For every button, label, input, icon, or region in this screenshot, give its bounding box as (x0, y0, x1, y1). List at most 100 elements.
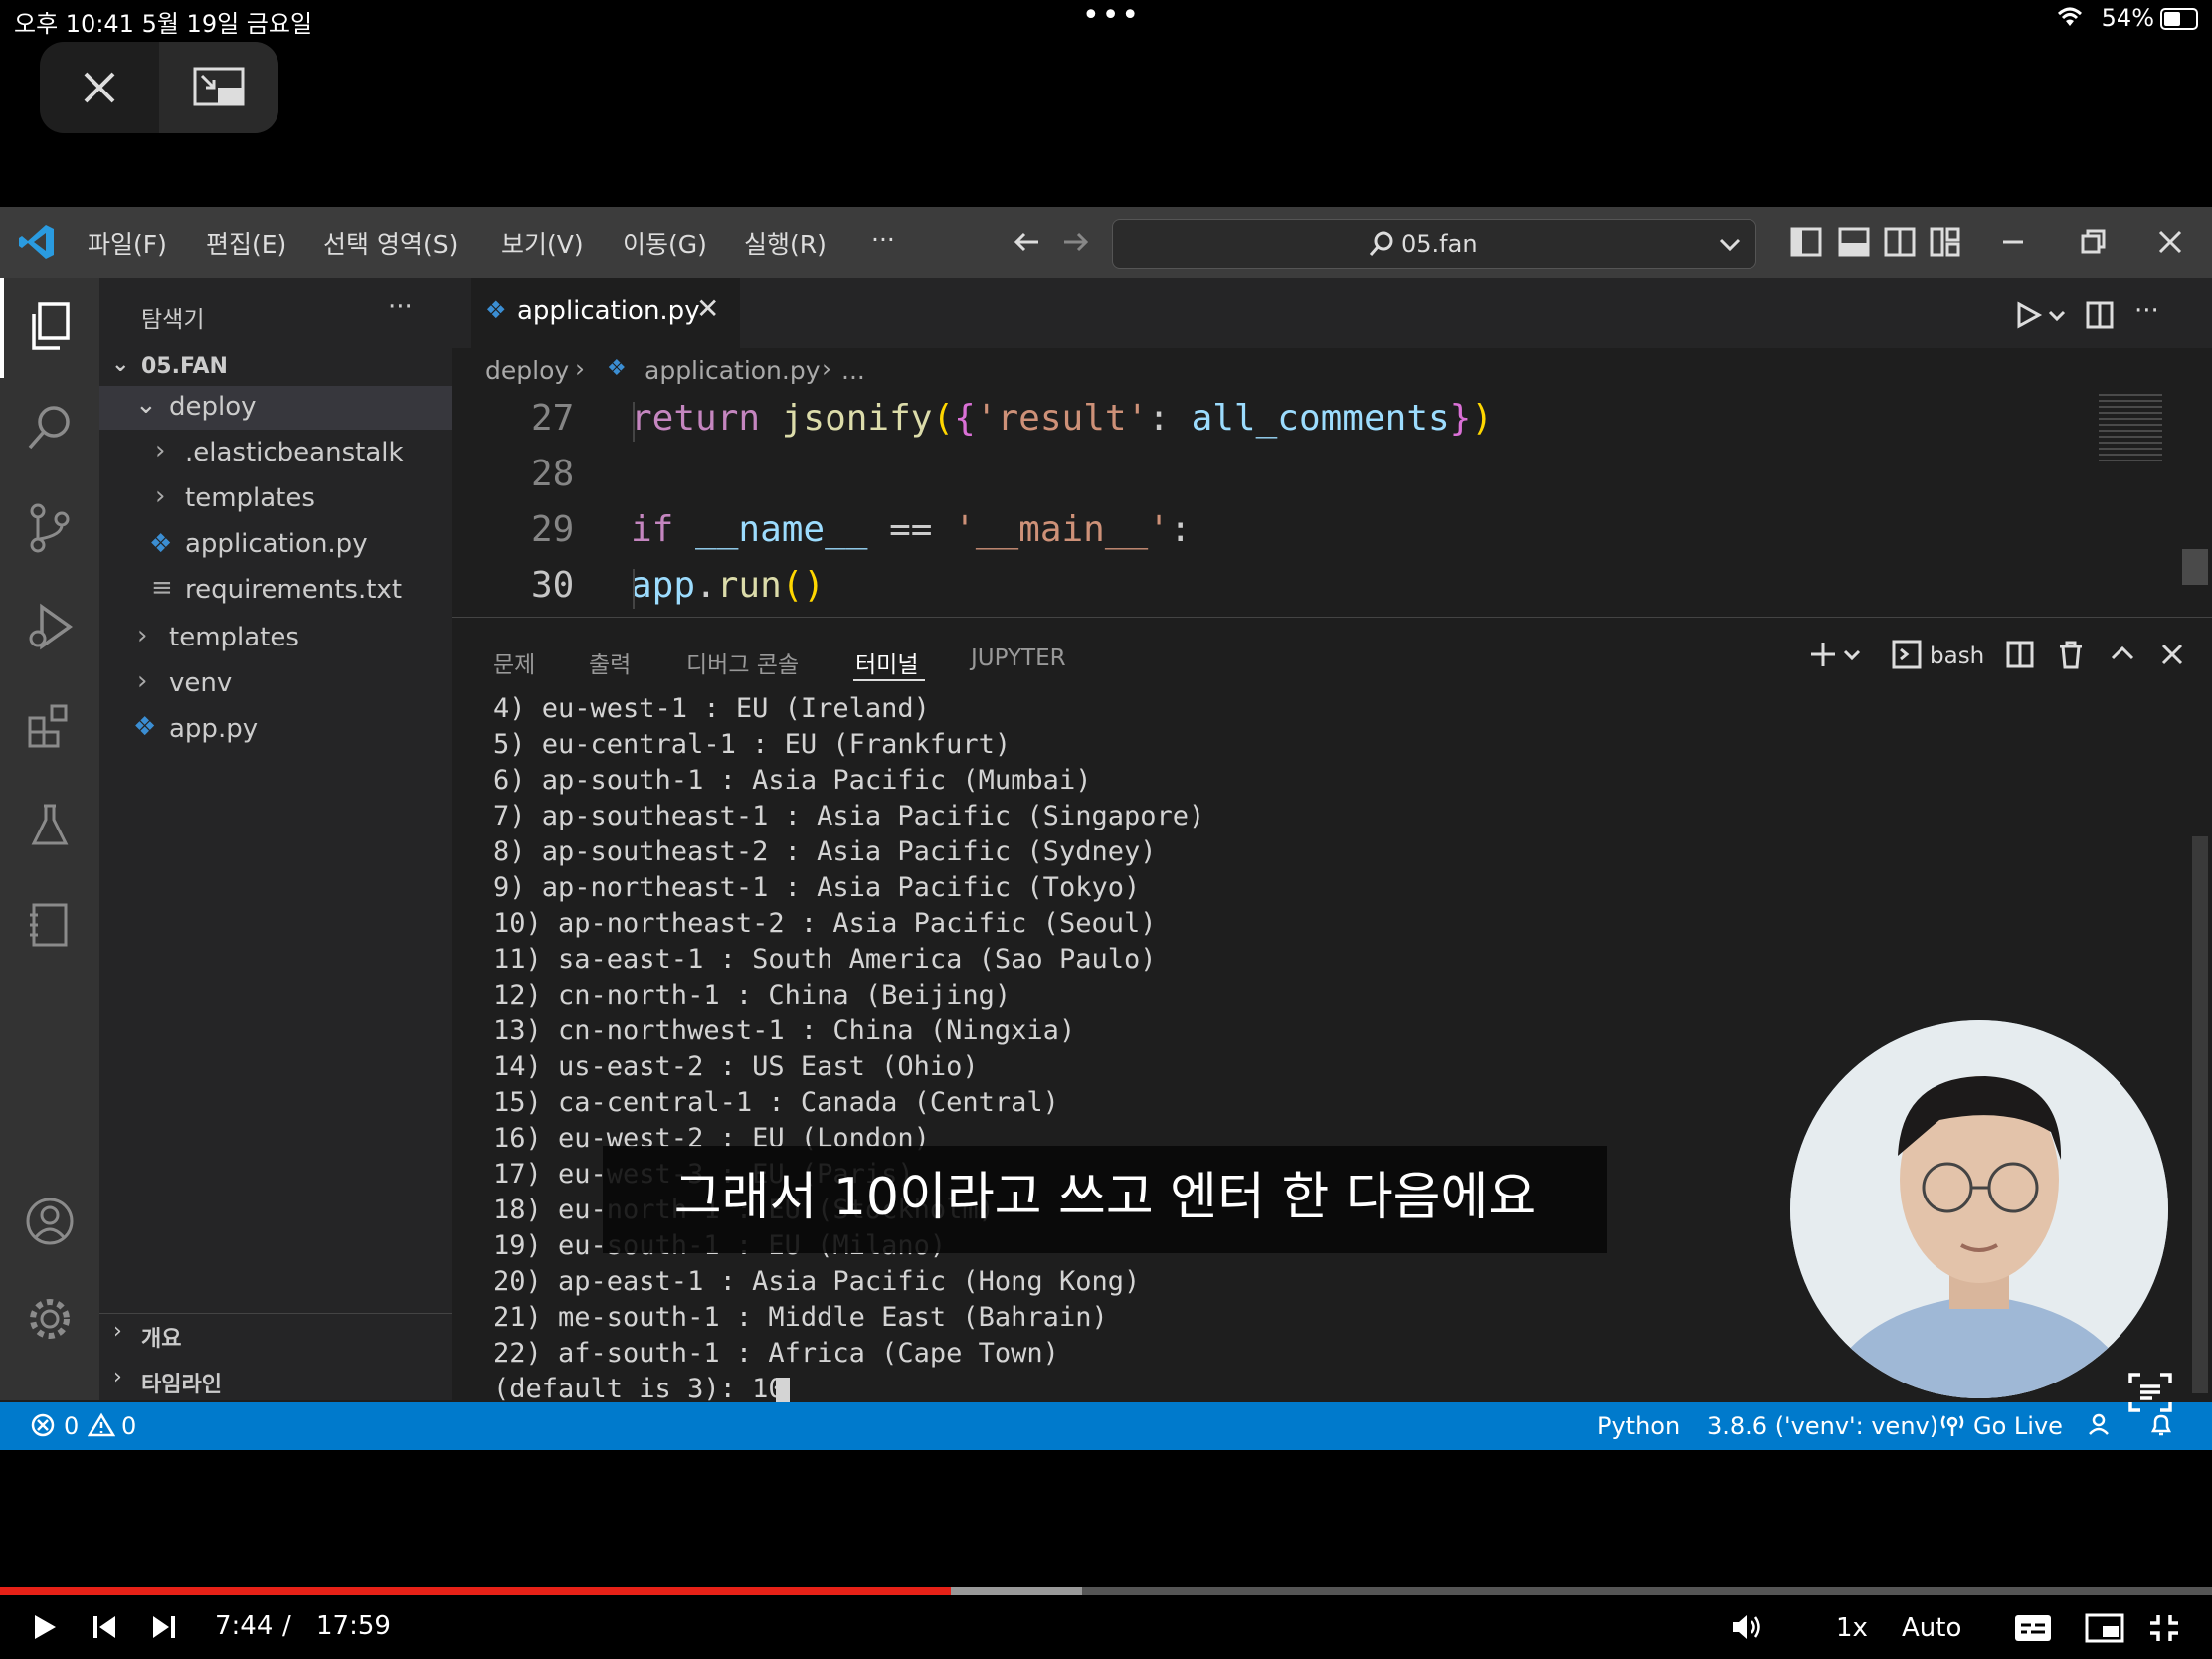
trash-icon[interactable] (2057, 640, 2085, 673)
video-progress-bar[interactable] (0, 1587, 2212, 1595)
tab-jupyter[interactable]: JUPYTER (971, 645, 1066, 671)
terminal-shell-name[interactable]: bash (1930, 644, 1984, 669)
tree-item-application-py[interactable]: application.py (185, 529, 368, 559)
tab-application-py[interactable]: ❖ application.py ✕ (471, 278, 740, 348)
battery-icon (2160, 8, 2198, 30)
code-line-29[interactable]: if __name__ == '__main__': (631, 509, 1192, 550)
toggle-secondary-sidebar-icon[interactable] (1884, 227, 1916, 261)
add-terminal-icon[interactable] (1808, 640, 1838, 673)
timeline-section[interactable]: 타임라인 (141, 1367, 222, 1398)
code-line-27[interactable]: return jsonify({'result': all_comments}) (631, 398, 1493, 439)
chevron-down-icon[interactable] (1842, 640, 1862, 673)
menu-file[interactable]: 파일(F) (88, 225, 167, 261)
minimize-icon[interactable] (1999, 227, 2027, 261)
toggle-sidebar-icon[interactable] (1790, 227, 1822, 261)
customize-layout-icon[interactable] (1930, 227, 1961, 261)
menu-view[interactable]: 보기(V) (501, 225, 584, 261)
toggle-panel-icon[interactable] (1838, 227, 1870, 261)
explorer-icon[interactable] (22, 300, 78, 356)
menu-edit[interactable]: 편집(E) (206, 225, 286, 261)
forward-arrow-icon[interactable] (1060, 227, 1090, 261)
status-time: 오후 10:41 5월 19일 금요일 (14, 10, 313, 38)
search-text: 05.fan (1401, 230, 1478, 258)
chevron-down-icon[interactable] (1718, 232, 1742, 260)
warning-count[interactable]: 0 (121, 1412, 136, 1440)
quality-setting[interactable]: Auto (1902, 1613, 1961, 1643)
tree-item-deploy[interactable]: deploy (169, 392, 257, 422)
testing-icon[interactable] (22, 800, 78, 855)
tree-item-requirements[interactable]: requirements.txt (185, 575, 402, 605)
live-text-icon[interactable] (2126, 1369, 2174, 1420)
run-debug-icon[interactable] (22, 601, 78, 656)
extensions-icon[interactable] (22, 700, 78, 756)
tab-debug-console[interactable]: 디버그 콘솔 (686, 645, 799, 679)
error-icon[interactable] (30, 1412, 56, 1444)
restore-icon[interactable] (2079, 227, 2107, 261)
tree-item-app-py[interactable]: app.py (169, 714, 258, 744)
tab-problems[interactable]: 문제 (493, 645, 535, 679)
play-icon[interactable] (32, 1613, 58, 1648)
playback-speed[interactable]: 1x (1836, 1613, 1868, 1643)
line-number: 30 (531, 565, 575, 606)
terminal-scrollbar[interactable] (2192, 836, 2208, 1393)
close-icon[interactable] (40, 42, 159, 133)
account-icon[interactable] (22, 1196, 78, 1251)
close-tab-icon[interactable]: ✕ (696, 292, 719, 325)
pip-mode-icon[interactable] (2085, 1613, 2124, 1650)
more-actions-icon[interactable]: ··· (388, 292, 413, 322)
menu-go[interactable]: 이동(G) (623, 225, 707, 261)
tab-terminal[interactable]: 터미널 (855, 645, 918, 679)
run-file-icon[interactable] (2013, 300, 2043, 334)
tree-item-elasticbeanstalk[interactable]: .elasticbeanstalk (185, 438, 404, 467)
language-mode[interactable]: Python (1597, 1412, 1680, 1440)
outline-section[interactable]: 개요 (141, 1321, 181, 1353)
code-line-30[interactable]: app.run() (631, 565, 825, 606)
minimap[interactable] (2099, 394, 2162, 465)
current-time: 7:44 (215, 1611, 274, 1641)
workspace-root[interactable]: 05.FAN (141, 354, 228, 379)
terminal-line: 21) me-south-1 : Middle East (Bahrain) (493, 1302, 1108, 1333)
next-icon[interactable] (151, 1613, 177, 1648)
tree-item-templates[interactable]: templates (169, 623, 299, 652)
close-window-icon[interactable] (2156, 227, 2184, 261)
warning-icon[interactable] (87, 1412, 116, 1444)
duration: 17:59 (316, 1611, 391, 1641)
go-live-button[interactable]: Go Live (1973, 1412, 2063, 1440)
chevron-down-icon[interactable] (2047, 300, 2067, 334)
picture-in-picture-icon[interactable] (159, 42, 278, 133)
menu-selection[interactable]: 선택 영역(S) (323, 225, 458, 261)
error-count[interactable]: 0 (64, 1412, 79, 1440)
back-arrow-icon[interactable] (1013, 227, 1042, 261)
chevron-down-icon[interactable]: ⌄ (111, 352, 129, 377)
split-terminal-icon[interactable] (2005, 640, 2035, 673)
multitasking-dots[interactable]: ••• (1082, 0, 1141, 33)
more-actions-icon[interactable]: ··· (2134, 296, 2159, 326)
text-file-icon: ≡ (151, 573, 173, 603)
command-center-search[interactable]: 05.fan (1112, 219, 1756, 269)
terminal-line: 5) eu-central-1 : EU (Frankfurt) (493, 729, 1012, 760)
python-interpreter[interactable]: 3.8.6 ('venv': venv) (1707, 1412, 1938, 1440)
menu-run[interactable]: 실행(R) (744, 225, 827, 261)
close-panel-icon[interactable] (2158, 640, 2186, 673)
captions-icon[interactable] (2013, 1613, 2053, 1650)
menu-more[interactable]: ··· (871, 225, 895, 254)
notebook-icon[interactable] (22, 899, 78, 955)
editor-scrollbar[interactable] (2182, 549, 2208, 585)
split-editor-icon[interactable] (2085, 300, 2115, 334)
breadcrumb-folder[interactable]: deploy (485, 356, 569, 385)
chevron-right-icon: › (155, 481, 166, 511)
breadcrumb-file[interactable]: application.py (645, 356, 821, 385)
source-control-icon[interactable] (22, 501, 78, 557)
search-icon[interactable] (22, 402, 78, 458)
played-bar (0, 1587, 952, 1595)
previous-icon[interactable] (92, 1613, 117, 1648)
tree-item-templates-deploy[interactable]: templates (185, 483, 315, 513)
volume-icon[interactable] (1731, 1613, 1764, 1648)
accounts-feedback-icon[interactable] (2087, 1412, 2115, 1444)
maximize-panel-icon[interactable] (2109, 640, 2136, 673)
fullscreen-exit-icon[interactable] (2148, 1613, 2180, 1650)
tab-output[interactable]: 출력 (589, 645, 631, 679)
tree-item-venv[interactable]: venv (169, 668, 232, 698)
gear-icon[interactable] (22, 1293, 78, 1349)
vscode-logo-icon (18, 223, 56, 265)
